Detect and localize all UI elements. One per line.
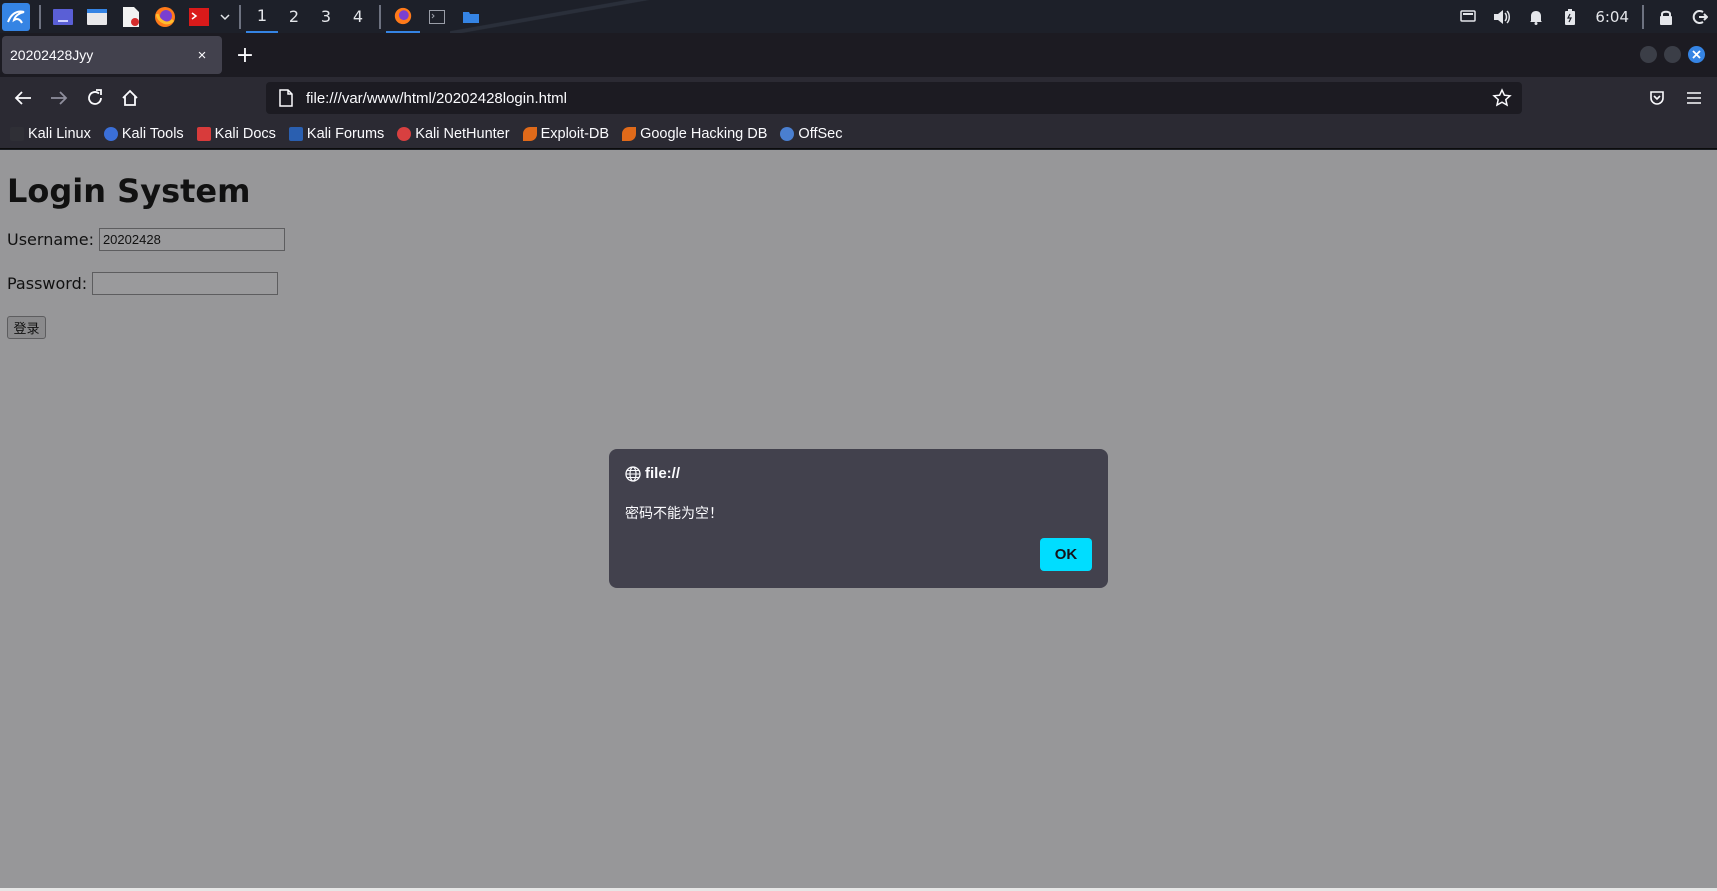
bookmarks-toolbar: Kali Linux Kali Tools Kali Docs Kali For… — [0, 119, 1717, 149]
bookmark-exploit-db[interactable]: Exploit-DB — [522, 126, 609, 142]
exploit-db-icon — [522, 126, 537, 141]
volume-icon[interactable] — [1485, 0, 1519, 33]
bookmark-kali-nethunter[interactable]: Kali NetHunter — [397, 126, 510, 142]
minimize-window-button[interactable] — [1640, 46, 1657, 63]
app-menu-icon[interactable] — [1679, 83, 1709, 113]
close-tab-icon[interactable]: × — [192, 45, 212, 65]
url-bar[interactable]: file:///var/www/html/20202428login.html — [266, 82, 1522, 114]
firefox-window-button[interactable] — [386, 0, 420, 33]
bookmark-kali-forums[interactable]: Kali Forums — [288, 126, 384, 142]
maximize-window-button[interactable] — [1664, 46, 1681, 63]
workspace-1[interactable]: 1 — [246, 0, 278, 33]
nethunter-icon — [397, 126, 412, 141]
kali-dragon-icon — [10, 126, 24, 141]
text-editor-icon[interactable] — [118, 4, 144, 30]
bookmark-kali-tools[interactable]: Kali Tools — [103, 126, 184, 142]
page-icon — [279, 89, 293, 107]
offsec-icon — [780, 126, 795, 141]
password-label: Password: — [7, 274, 88, 293]
login-button[interactable]: 登录 — [7, 316, 46, 339]
bookmark-kali-linux[interactable]: Kali Linux — [10, 126, 91, 142]
display-icon[interactable] — [1451, 0, 1485, 33]
back-button[interactable] — [8, 83, 38, 113]
desktop-taskbar: 1 2 3 4 6:04 — [0, 0, 1717, 33]
ok-button[interactable]: OK — [1040, 538, 1092, 571]
username-input[interactable]: 20202428 — [98, 228, 285, 251]
dialog-origin: file:// — [645, 465, 681, 482]
kali-forums-icon — [288, 126, 303, 141]
terminal-window-button[interactable] — [420, 0, 454, 33]
bookmark-google-hacking-db[interactable]: Google Hacking DB — [622, 126, 767, 142]
dialog-title: file:// — [625, 465, 680, 482]
username-label: Username: — [7, 230, 94, 249]
page-title: Login System — [7, 172, 251, 210]
home-button[interactable] — [115, 83, 145, 113]
logout-icon[interactable] — [1683, 0, 1717, 33]
lock-icon[interactable] — [1649, 0, 1683, 33]
reload-button[interactable] — [80, 83, 110, 113]
alert-dialog: file:// 密码不能为空！ OK — [609, 449, 1108, 588]
firefox-launcher-icon[interactable] — [152, 4, 178, 30]
terminal-launcher-icon[interactable] — [186, 4, 212, 30]
workspace-2[interactable]: 2 — [278, 0, 310, 33]
ghdb-icon — [622, 126, 637, 141]
close-window-button[interactable] — [1688, 46, 1705, 63]
browser-tab-strip: 20202428Jyy × + — [0, 33, 1717, 77]
bookmark-star-icon[interactable] — [1492, 88, 1512, 108]
file-manager-icon[interactable] — [84, 4, 110, 30]
dialog-message: 密码不能为空！ — [625, 506, 723, 522]
forward-button[interactable] — [44, 83, 74, 113]
tab-title: 20202428Jyy — [10, 47, 94, 63]
workspace-3[interactable]: 3 — [310, 0, 342, 33]
clock[interactable]: 6:04 — [1587, 8, 1637, 26]
url-text[interactable]: file:///var/www/html/20202428login.html — [306, 90, 567, 107]
tab-active[interactable]: 20202428Jyy × — [2, 36, 222, 74]
kali-docs-icon — [196, 126, 211, 141]
notification-bell-icon[interactable] — [1519, 0, 1553, 33]
battery-icon[interactable] — [1553, 0, 1587, 33]
new-tab-button[interactable]: + — [232, 42, 258, 68]
kali-menu-icon[interactable] — [2, 2, 30, 31]
show-desktop-icon[interactable] — [50, 4, 76, 30]
bookmark-offsec[interactable]: OffSec — [780, 126, 842, 142]
kali-tools-icon — [103, 126, 118, 141]
password-input[interactable] — [92, 272, 279, 295]
screen: 1 2 3 4 6:04 20202428Jyy × + file:///var… — [0, 0, 1717, 891]
chevron-down-icon[interactable] — [218, 4, 232, 30]
navigation-toolbar: file:///var/www/html/20202428login.html — [0, 77, 1717, 119]
workspace-4[interactable]: 4 — [342, 0, 374, 33]
globe-icon — [625, 465, 641, 482]
pocket-icon[interactable] — [1642, 83, 1672, 113]
bookmark-kali-docs[interactable]: Kali Docs — [196, 126, 276, 142]
